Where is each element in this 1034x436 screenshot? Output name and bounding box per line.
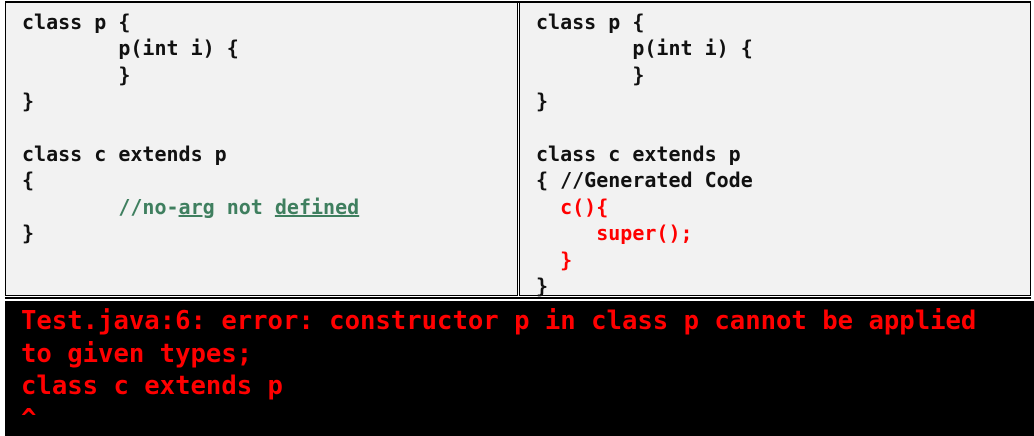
code-token: } [536,62,645,87]
code-token: } [22,62,131,87]
code-line: } [536,63,644,87]
code-line: class p { [536,10,644,34]
code-token: } [536,89,549,114]
generated-code-token: c(){ [560,194,609,219]
code-line: class c extends p [22,142,227,166]
generated-code: class p { p(int i) { } } class c extends… [536,9,753,299]
divider [5,297,1031,299]
code-token: { [22,168,35,193]
original-code-panel: class p { p(int i) { } } class c extends… [5,2,518,296]
code-token: class p { [22,10,131,34]
code-token: p(int i) { [22,36,239,61]
code-line: class p { [22,10,130,34]
generated-code-token: super(); [596,221,693,246]
code-line: } [536,274,548,298]
comment-token: arg [178,194,215,219]
original-code: class p { p(int i) { } } class c extends… [22,9,359,247]
code-token: class p { [536,10,645,34]
error-caret: ^ [21,403,37,434]
code-token: class c extends p [22,142,227,167]
error-line: class c extends p [21,371,283,401]
compiler-output: Test.java:6: error: constructor p in cla… [5,301,1034,436]
code-line: } [22,221,34,245]
code-token: p(int i) { [536,36,753,61]
comment-token: defined [274,194,360,219]
generated-code-token: } [560,247,573,272]
code-line: class c extends p [536,142,741,166]
code-token: } [22,221,35,246]
error-message: Test.java:6: error: constructor p in cla… [21,305,976,435]
code-line: { //Generated Code [536,168,753,192]
code-token: class c extends p [536,142,741,167]
comment-token: not [214,194,275,219]
code-line: } [22,63,130,87]
error-line: to given types; [21,338,253,369]
code-token: } [22,89,35,114]
code-line: super(); [536,221,693,246]
code-line: c(){ [536,195,608,219]
code-line: { [22,168,34,192]
comment-token: //no- [118,194,179,219]
code-line: p(int i) { [536,36,753,61]
code-line: p(int i) { [22,36,239,61]
code-line: //no-arg not defined [22,195,359,219]
code-token: } [536,274,549,299]
code-line: } [22,89,34,113]
generated-code-panel: class p { p(int i) { } } class c extends… [519,2,1031,299]
code-token: { //Generated Code [536,168,753,193]
error-line: Test.java:6: error: constructor p in cla… [21,306,977,336]
code-line: } [536,248,572,272]
code-line: } [536,89,548,113]
